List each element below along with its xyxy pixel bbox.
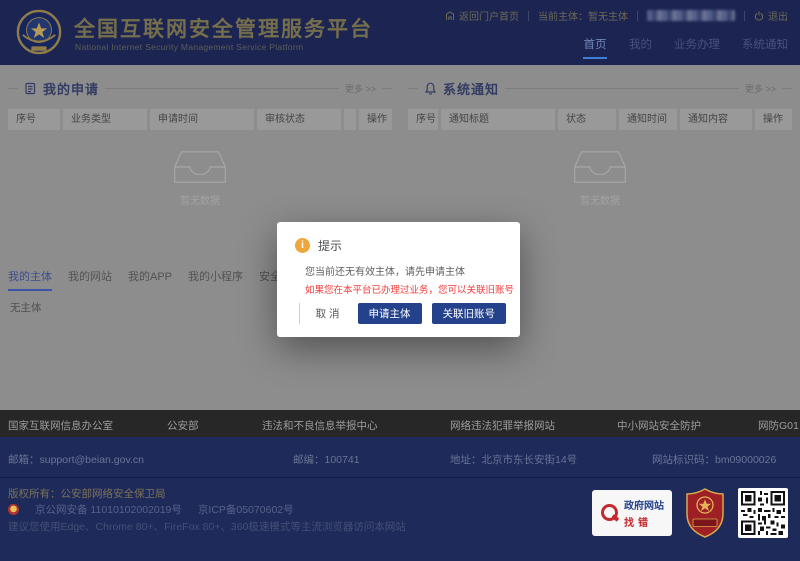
bell-icon: [424, 82, 437, 95]
platform-subtitle: National Internet Security Management Se…: [75, 42, 303, 52]
divider: [382, 88, 392, 89]
icp-number[interactable]: 京ICP备05070602号: [198, 502, 294, 517]
utility-bar: 返回门户首页 当前主体：暂无主体 退出: [445, 8, 788, 23]
prompt-modal: i 提示 您当前还无有效主体，请先申请主体 如果您在本平台已办理过业务，您可以关…: [277, 222, 520, 337]
tab-my-app[interactable]: 我的APP: [128, 268, 172, 291]
empty-text: 暂无数据: [580, 192, 620, 207]
current-entity-label: 当前主体：暂无主体: [538, 8, 628, 23]
divider: [105, 88, 339, 89]
notifications-table-header: 序号 通知标题 状态 通知时间 通知内容 操作: [408, 109, 792, 130]
divider: [8, 88, 18, 89]
apply-entity-button[interactable]: 申请主体: [358, 303, 422, 324]
main-nav: 首页 我的 业务办理 系统通知: [583, 36, 788, 59]
column-header: 申请时间: [150, 109, 254, 130]
divider: [408, 88, 418, 89]
column-header: 序号: [408, 109, 438, 130]
footer-link-cac[interactable]: 国家互联网信息办公室: [8, 418, 113, 433]
applications-empty-state: 暂无数据: [8, 148, 392, 207]
footer-link-report-center[interactable]: 违法和不良信息举报中心: [262, 418, 378, 433]
document-icon: [24, 82, 37, 95]
divider: [782, 88, 792, 89]
panel-title: 系统通知: [443, 79, 499, 98]
modal-warning: 如果您在本平台已办理过业务，您可以关联旧账号: [277, 278, 520, 296]
column-header: 通知标题: [441, 109, 555, 130]
copyright-text: 版权所有：公安部网络安全保卫局: [8, 486, 166, 501]
tab-my-entity[interactable]: 我的主体: [8, 268, 52, 291]
more-applications-link[interactable]: 更多 >>: [345, 82, 376, 95]
column-header: 通知时间: [619, 109, 677, 130]
active-tab-underline: [8, 289, 52, 291]
site-code: 网站标识码：bm09000026: [652, 452, 776, 467]
header: 全国互联网安全管理服务平台 National Internet Security…: [0, 0, 800, 65]
nav-item-mine[interactable]: 我的: [629, 36, 652, 59]
power-icon: [754, 11, 764, 21]
empty-text: 暂无数据: [180, 192, 220, 207]
column-header: 审核状态: [257, 109, 341, 130]
platform-title: 全国互联网安全管理服务平台: [74, 13, 373, 43]
portal-home-link[interactable]: 返回门户首页: [445, 8, 519, 23]
asset-tabs: 我的主体 我的网站 我的APP 我的小程序 安全评估: [8, 268, 303, 291]
column-header: 操作: [359, 109, 392, 130]
masked-account: [647, 10, 735, 21]
contact-email: 邮箱：support@beian.gov.cn: [8, 452, 144, 467]
contact-postcode: 邮编：100741: [293, 452, 360, 467]
panel-my-applications: 我的申请 更多 >> 序号 业务类型 申请时间 审核状态 操作 暂无数据: [8, 76, 392, 207]
logout-button[interactable]: 退出: [754, 8, 788, 23]
gov-site-error-badge[interactable]: 政府网站 找错: [592, 490, 672, 536]
divider: [528, 11, 529, 21]
tab-my-website[interactable]: 我的网站: [68, 268, 112, 291]
divider: [637, 11, 638, 21]
divider: [744, 11, 745, 21]
footer-badges: 政府网站 找错: [592, 488, 788, 538]
building-icon: [445, 11, 455, 21]
footer-link-site-protection[interactable]: 中小网站安全防护: [617, 418, 701, 433]
panel-title: 我的申请: [43, 79, 99, 98]
modal-title: 提示: [318, 237, 342, 254]
empty-inbox-icon: [173, 148, 227, 186]
badge-text: 找错: [624, 514, 664, 529]
modal-message: 您当前还无有效主体，请先申请主体: [277, 254, 520, 278]
nav-item-home[interactable]: 首页: [583, 36, 607, 59]
column-header: 操作: [755, 109, 792, 130]
page: 全国互联网安全管理服务平台 National Internet Security…: [0, 0, 800, 561]
divider: [505, 88, 739, 89]
column-header: 状态: [558, 109, 616, 130]
applications-table-header: 序号 业务类型 申请时间 审核状态 操作: [8, 109, 392, 130]
link-old-account-button[interactable]: 关联旧账号: [432, 303, 507, 324]
beian-badge-icon: [8, 504, 19, 515]
magnifier-icon: [600, 504, 618, 522]
more-notifications-link[interactable]: 更多 >>: [745, 82, 776, 95]
browser-tip: 建议您使用Edge、Chrome 80+、FireFox 80+、360极速模式…: [8, 519, 406, 534]
police-shield-badge[interactable]: [685, 488, 725, 538]
no-entity-text: 无主体: [10, 300, 42, 315]
footer-link-wangfang[interactable]: 网防G01: [758, 418, 799, 433]
info-icon: i: [295, 238, 310, 253]
nav-item-notifications[interactable]: 系统通知: [742, 36, 788, 59]
cancel-button[interactable]: 取 消: [299, 303, 348, 324]
footer-link-cybercrime[interactable]: 网络违法犯罪举报网站: [450, 418, 555, 433]
notifications-empty-state: 暂无数据: [408, 148, 792, 207]
contact-bar: 邮箱：support@beian.gov.cn 邮编：100741 地址：北京市…: [0, 437, 800, 478]
column-header-spacer: [344, 109, 356, 130]
column-header: 通知内容: [680, 109, 752, 130]
column-header: 业务类型: [63, 109, 147, 130]
beian-number[interactable]: 京公网安备 11010102002019号: [35, 502, 182, 517]
badge-text: 政府网站: [624, 497, 664, 512]
tab-my-miniprogram[interactable]: 我的小程序: [188, 268, 243, 291]
qr-code: [738, 488, 788, 538]
column-header: 序号: [8, 109, 60, 130]
footer-links-bar: 国家互联网信息办公室 公安部 违法和不良信息举报中心 网络违法犯罪举报网站 中小…: [0, 410, 800, 437]
contact-address: 地址：北京市东长安街14号: [450, 452, 577, 467]
panel-system-notifications: 系统通知 更多 >> 序号 通知标题 状态 通知时间 通知内容 操作 暂无数据: [408, 76, 792, 207]
footer-bottom: 版权所有：公安部网络安全保卫局 京公网安备 11010102002019号 京I…: [0, 478, 800, 561]
nav-item-business[interactable]: 业务办理: [674, 36, 720, 59]
police-emblem-logo: [16, 9, 62, 55]
active-tab-underline: [583, 57, 607, 59]
empty-inbox-icon: [573, 148, 627, 186]
footer-link-mps[interactable]: 公安部: [167, 418, 199, 433]
